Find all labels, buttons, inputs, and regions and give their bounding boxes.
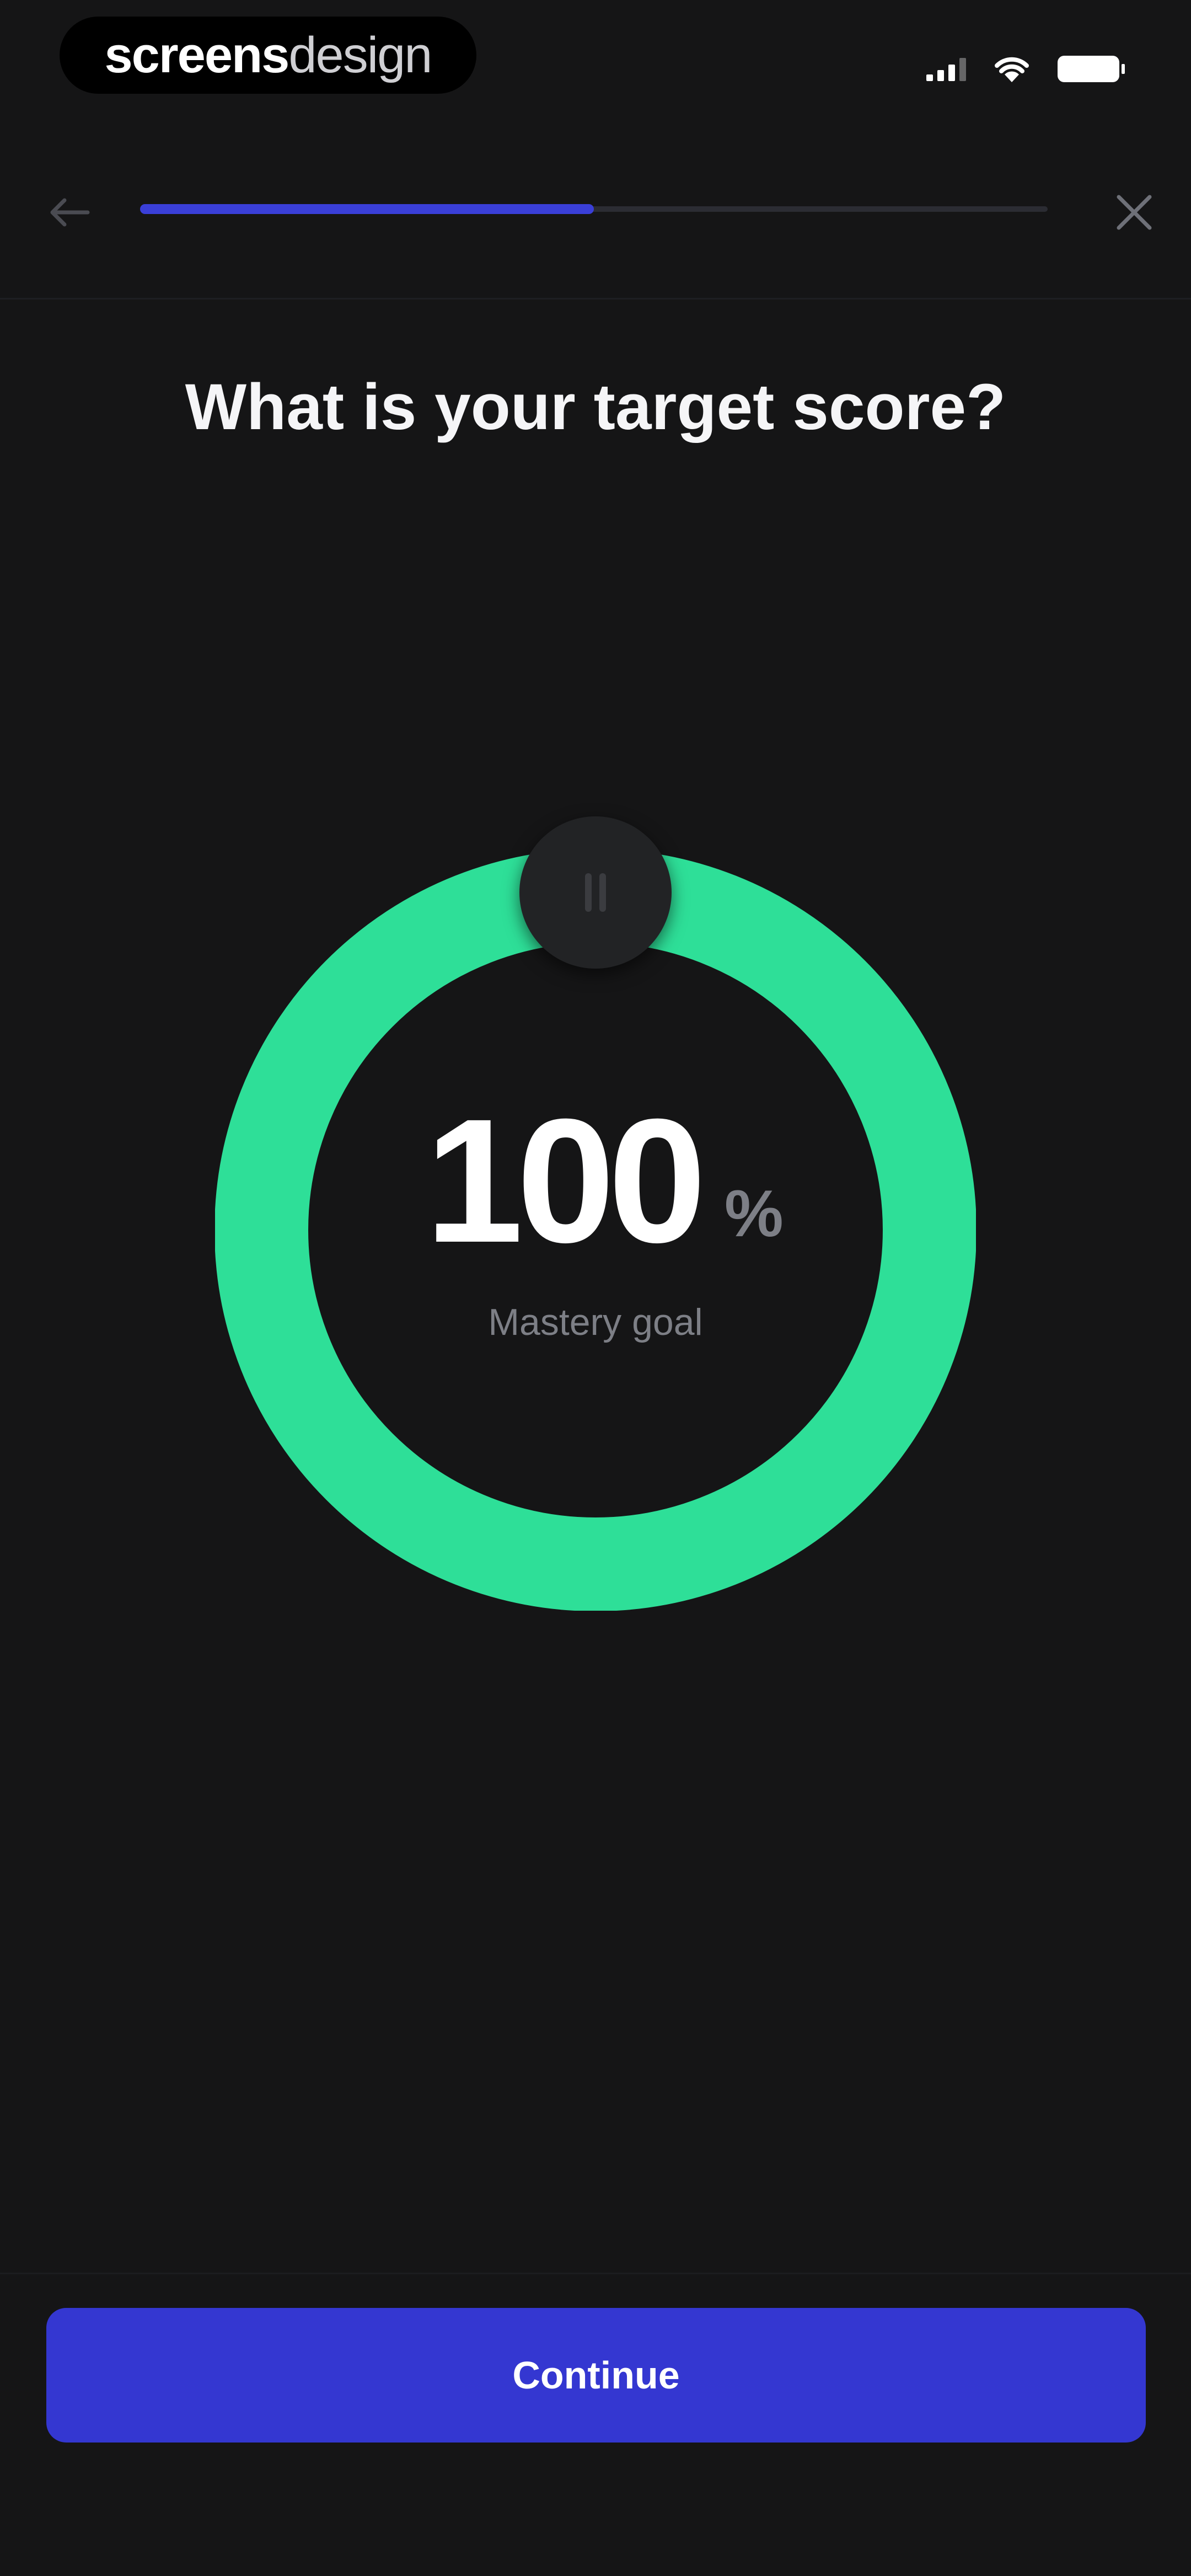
header-divider (0, 298, 1191, 300)
brand-watermark: screens design (60, 17, 476, 94)
score-value: 100 (425, 1082, 706, 1279)
close-button[interactable] (1108, 186, 1160, 238)
brand-text-primary: screens (104, 26, 290, 83)
continue-button[interactable]: Continue (46, 2308, 1146, 2443)
back-button[interactable] (44, 188, 94, 237)
status-icons (926, 50, 1125, 88)
question-title: What is your target score? (185, 371, 1006, 443)
cellular-signal-icon (926, 57, 966, 81)
score-unit: % (725, 1177, 784, 1250)
score-label: Mastery goal (488, 1301, 703, 1343)
battery-icon (1058, 56, 1125, 82)
brand-text-secondary: design (288, 26, 432, 83)
progress-fill (140, 204, 594, 214)
footer-divider (0, 2273, 1191, 2274)
wifi-icon (995, 57, 1029, 82)
close-icon (1117, 195, 1152, 230)
dial-drag-handle[interactable] (519, 816, 672, 969)
arrow-left-icon (50, 198, 90, 227)
grip-icon (585, 873, 606, 912)
